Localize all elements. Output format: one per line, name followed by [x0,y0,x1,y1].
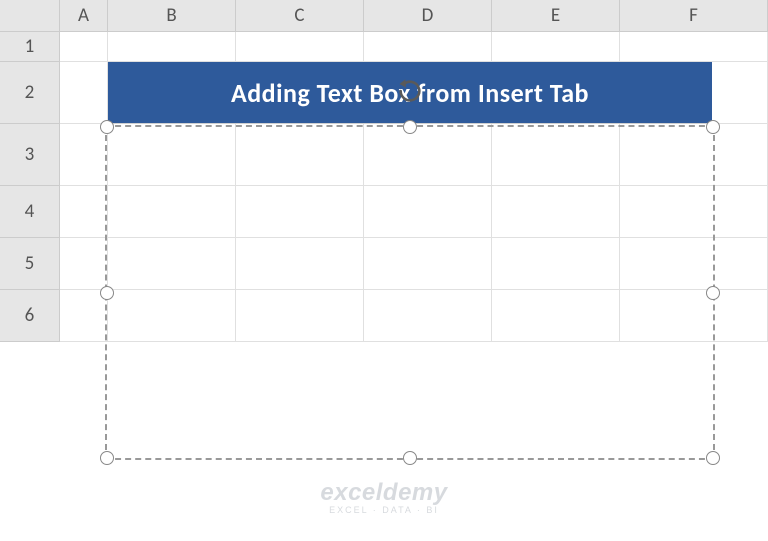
resize-handle-s[interactable] [403,451,417,465]
cell[interactable] [108,32,236,62]
watermark: exceldemy EXCEL · DATA · BI [320,479,447,515]
column-header-b[interactable]: B [108,0,236,32]
cell[interactable] [60,32,108,62]
select-all-corner[interactable] [0,0,60,32]
resize-handle-se[interactable] [706,451,720,465]
column-header-d[interactable]: D [364,0,492,32]
row-header-1[interactable]: 1 [0,32,60,62]
cell[interactable] [60,238,108,290]
resize-handle-e[interactable] [706,286,720,300]
column-header-c[interactable]: C [236,0,364,32]
textbox-shape[interactable] [105,125,715,460]
resize-handle-nw[interactable] [100,120,114,134]
resize-handle-sw[interactable] [100,451,114,465]
resize-handle-w[interactable] [100,286,114,300]
cell[interactable] [620,32,768,62]
rotate-handle[interactable] [396,77,424,105]
row-header-3[interactable]: 3 [0,124,60,186]
column-header-f[interactable]: F [620,0,768,32]
cell[interactable] [60,62,108,124]
watermark-sub: EXCEL · DATA · BI [320,505,447,515]
column-header-e[interactable]: E [492,0,620,32]
resize-handle-ne[interactable] [706,120,720,134]
cell[interactable] [364,32,492,62]
cell[interactable] [60,186,108,238]
column-header-a[interactable]: A [60,0,108,32]
spreadsheet: ABCDEF 123456 Adding Text Box from Inser… [0,0,768,541]
cell[interactable] [60,124,108,186]
column-headers: ABCDEF [60,0,768,32]
row-header-4[interactable]: 4 [0,186,60,238]
cell[interactable] [236,32,364,62]
rotate-icon [396,77,424,105]
row-headers: 123456 [0,32,60,342]
resize-handle-n[interactable] [403,120,417,134]
cell[interactable] [492,32,620,62]
watermark-main: exceldemy [320,479,447,507]
row-header-6[interactable]: 6 [0,290,60,342]
row-header-2[interactable]: 2 [0,62,60,124]
row-header-5[interactable]: 5 [0,238,60,290]
cell[interactable] [60,290,108,342]
